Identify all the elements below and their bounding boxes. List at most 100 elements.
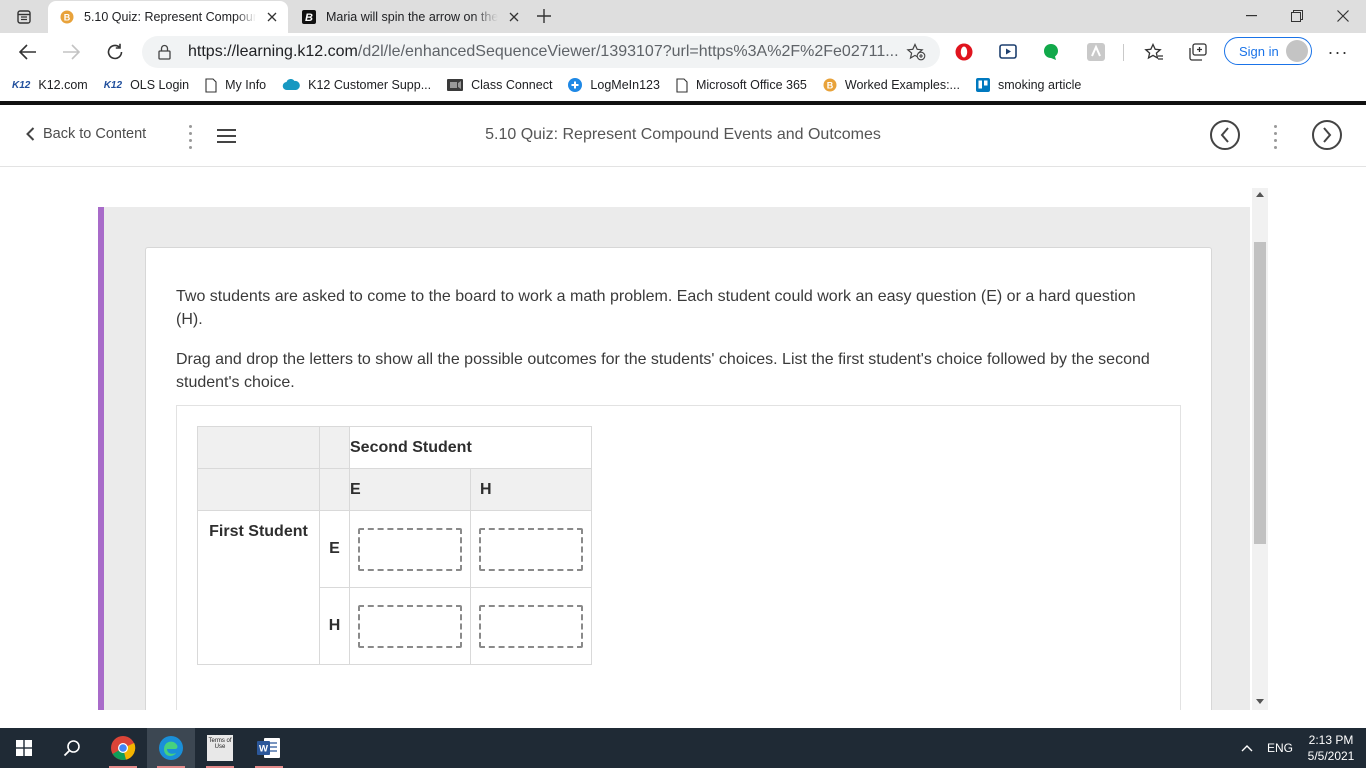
separator-dots-icon: [1274, 125, 1278, 149]
scroll-up-icon[interactable]: [1256, 192, 1264, 197]
tab-quiz[interactable]: B 5.10 Quiz: Represent Compound: [48, 1, 288, 33]
minimize-icon[interactable]: [1228, 0, 1274, 31]
k12-icon: K12: [12, 79, 31, 91]
favorites-icon[interactable]: [1143, 41, 1165, 63]
outcome-table: Second Student E H First Student E H: [197, 426, 592, 665]
extension-icon[interactable]: [1085, 41, 1107, 63]
more-options-icon[interactable]: ···: [1326, 41, 1350, 63]
restore-icon[interactable]: [1274, 0, 1320, 31]
row-header: H: [319, 587, 350, 665]
column-group-header: Second Student: [349, 426, 592, 469]
back-arrow-icon[interactable]: [13, 37, 43, 67]
opera-extension-icon[interactable]: [953, 41, 975, 63]
drop-zone[interactable]: [479, 527, 583, 571]
favorite-worked-examples[interactable]: B Worked Examples:...: [815, 73, 968, 97]
empty-cell: [319, 468, 350, 511]
navigation-bar: https://learning.k12.com/d2l/le/enhanced…: [0, 33, 1366, 71]
empty-cell: [319, 426, 350, 469]
favorite-logmein[interactable]: LogMeIn123: [560, 73, 668, 97]
tab-title: 5.10 Quiz: Represent Compound: [84, 10, 256, 24]
word-icon[interactable]: W: [245, 728, 293, 768]
column-header: E: [349, 468, 471, 511]
url-text[interactable]: https://learning.k12.com/d2l/le/enhanced…: [188, 43, 899, 61]
empty-cell: [197, 426, 320, 469]
edge-icon[interactable]: [147, 728, 195, 768]
close-tab-icon[interactable]: [506, 9, 522, 25]
svg-text:B: B: [827, 80, 834, 90]
next-button[interactable]: [1312, 120, 1342, 150]
search-icon[interactable]: [48, 728, 96, 768]
svg-text:B: B: [305, 12, 313, 24]
app-header: Back to Content 5.10 Quiz: Represent Com…: [0, 105, 1366, 167]
content-area: Two students are asked to come to the bo…: [0, 168, 1366, 710]
bridgeway-icon: B: [823, 78, 837, 92]
question-prompt: Two students are asked to come to the bo…: [176, 288, 1136, 328]
clock[interactable]: 2:13 PM 5/5/2021: [1300, 732, 1362, 764]
row-group-header: First Student: [197, 510, 320, 665]
avatar: [1286, 40, 1308, 62]
drop-zone[interactable]: [479, 604, 583, 648]
favorite-office-365[interactable]: Microsoft Office 365: [668, 73, 815, 97]
close-tab-icon[interactable]: [264, 9, 280, 25]
scrollbar-thumb[interactable]: [1254, 242, 1266, 544]
outcome-cell: [349, 510, 471, 588]
collections-icon[interactable]: [1187, 41, 1209, 63]
close-window-icon[interactable]: [1320, 0, 1366, 31]
taskbar: Terms of Use W ENG 2:13 PM 5/5/2021: [0, 728, 1366, 768]
favorite-k12-support[interactable]: K12 Customer Supp...: [274, 73, 439, 97]
column-header: H: [470, 468, 592, 511]
language-indicator[interactable]: ENG: [1267, 728, 1293, 768]
chevron-left-icon: [1220, 127, 1229, 143]
windows-start-icon[interactable]: [0, 728, 48, 768]
trello-icon: [975, 78, 990, 92]
drop-zone[interactable]: [358, 604, 462, 648]
add-favorite-icon[interactable]: [906, 43, 926, 61]
address-bar[interactable]: https://learning.k12.com/d2l/le/enhanced…: [142, 36, 940, 68]
chevron-right-icon: [1323, 127, 1332, 143]
grammarly-extension-icon[interactable]: [1040, 41, 1062, 63]
forward-arrow-icon[interactable]: [56, 37, 86, 67]
drop-zone[interactable]: [358, 527, 462, 571]
svg-text:B: B: [64, 12, 71, 22]
show-hidden-icons-icon[interactable]: [1241, 728, 1253, 768]
scroll-down-icon[interactable]: [1256, 699, 1264, 704]
screencast-extension-icon[interactable]: [997, 41, 1019, 63]
page-title: 5.10 Quiz: Represent Compound Events and…: [485, 126, 881, 143]
brainly-icon: B: [302, 9, 316, 24]
previous-button[interactable]: [1210, 120, 1240, 150]
question-card: Two students are asked to come to the bo…: [145, 247, 1212, 710]
salesforce-cloud-icon: [282, 79, 300, 91]
sign-in-button[interactable]: Sign in: [1224, 37, 1312, 65]
empty-cell: [197, 468, 320, 511]
favorites-bar: K12 K12.com K12 OLS Login My Info K12 Cu…: [0, 71, 1366, 99]
page-icon: [676, 77, 688, 93]
video-icon: [447, 79, 464, 91]
favorite-ols-login[interactable]: K12 OLS Login: [96, 73, 197, 97]
toolbar-divider: [1123, 44, 1124, 61]
tab-strip: B 5.10 Quiz: Represent Compound B Maria …: [0, 0, 1366, 33]
outcome-cell: [349, 587, 471, 665]
tab-actions-icon[interactable]: [10, 6, 38, 28]
bridgeway-icon: B: [60, 10, 74, 24]
outcome-cell: [470, 510, 592, 588]
chrome-icon[interactable]: [99, 728, 147, 768]
outcome-cell: [470, 587, 592, 665]
favorite-k12[interactable]: K12 K12.com: [4, 73, 96, 97]
tab-title: Maria will spin the arrow on the: [326, 9, 498, 24]
terms-of-use-icon[interactable]: Terms of Use: [196, 728, 244, 768]
plus-circle-icon: [568, 78, 583, 92]
refresh-icon[interactable]: [100, 37, 130, 67]
scrollbar[interactable]: [1252, 188, 1268, 710]
favorite-class-connect[interactable]: Class Connect: [439, 73, 560, 97]
lock-icon[interactable]: [158, 44, 171, 60]
new-tab-icon[interactable]: [532, 5, 556, 27]
row-header: E: [319, 510, 350, 588]
tab-maria[interactable]: B Maria will spin the arrow on the: [290, 0, 526, 33]
clock-time: 2:13 PM: [1308, 733, 1354, 747]
clock-date: 5/5/2021: [1307, 749, 1355, 763]
favorite-smoking-article[interactable]: smoking article: [968, 73, 1089, 97]
k12-icon: K12: [103, 79, 123, 91]
question-instructions: Drag and drop the letters to show all th…: [176, 351, 1150, 391]
favorite-my-info[interactable]: My Info: [197, 73, 274, 97]
svg-text:W: W: [259, 744, 268, 755]
